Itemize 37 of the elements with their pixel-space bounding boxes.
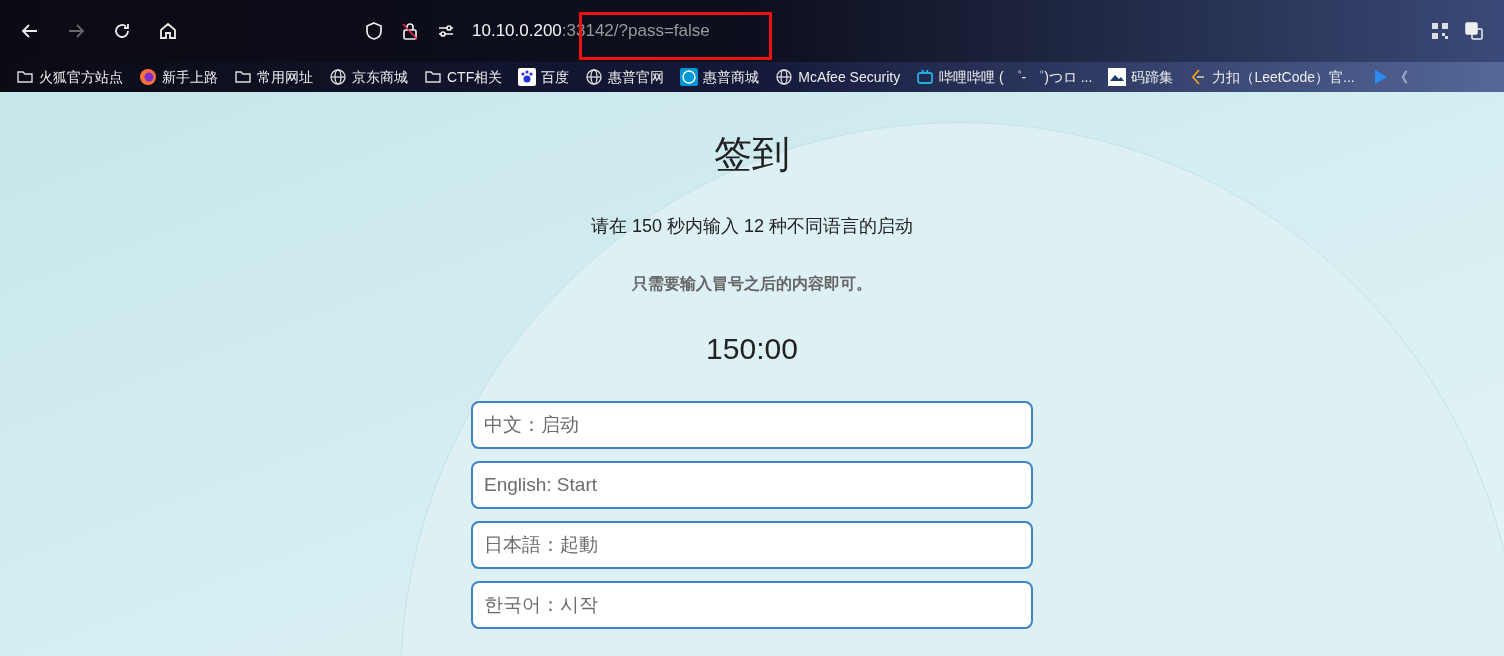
globe-icon [585,68,604,86]
bookmark-item[interactable]: 常用网址 [234,66,313,88]
countdown-timer: 150:00 [706,331,798,367]
fox-logo-icon [139,68,157,86]
bookmark-item[interactable]: 码蹄集 [1108,66,1174,88]
input-field[interactable]: 中文：启动 [471,401,1033,449]
folder-icon [424,68,442,86]
tv-icon [916,68,935,86]
globe-icon [775,68,794,86]
bookmark-item[interactable]: 《 [1370,66,1408,88]
input-field[interactable]: English: Start [471,461,1033,509]
image-icon [1108,68,1127,86]
bookmark-item[interactable]: 哔哩哔哩 ( ゜- ゜)つロ ... [916,66,1093,88]
bookmark-item[interactable]: McAfee Security [775,66,901,88]
bookmark-item[interactable]: 惠普官网 [585,66,665,88]
bookmark-item[interactable]: 京东商城 [329,66,408,88]
bookmark-item[interactable]: 火狐官方站点 [16,66,123,88]
qr-code-icon[interactable] [1430,21,1450,41]
bookmark-item[interactable]: 惠普商城 [680,66,760,88]
input-field[interactable]: 日本語：起動 [471,521,1033,569]
crossed-lock-icon[interactable] [400,21,420,41]
reload-icon[interactable] [112,21,132,41]
input-field[interactable]: 한국어：시작 [471,581,1033,629]
home-icon[interactable] [158,21,178,41]
bookmark-item[interactable]: 力扣（LeetCode）官... [1189,66,1355,88]
instruction-text: 请在 150 秒内输入 12 种不同语言的启动 [590,215,914,238]
page-title: 签到 [714,132,790,177]
bookmark-item[interactable]: 百度 [518,66,570,88]
circle-logo-icon [680,68,699,86]
note-text: 只需要输入冒号之后的内容即可。 [632,274,872,294]
folder-icon [234,68,252,86]
folder-icon [16,68,34,86]
bookmark-item[interactable]: 新手上路 [139,66,218,88]
shield-icon[interactable] [364,21,384,41]
globe-icon [329,68,347,86]
paw-logo-icon [518,68,537,86]
bookmark-item[interactable]: CTF相关 [424,66,503,88]
